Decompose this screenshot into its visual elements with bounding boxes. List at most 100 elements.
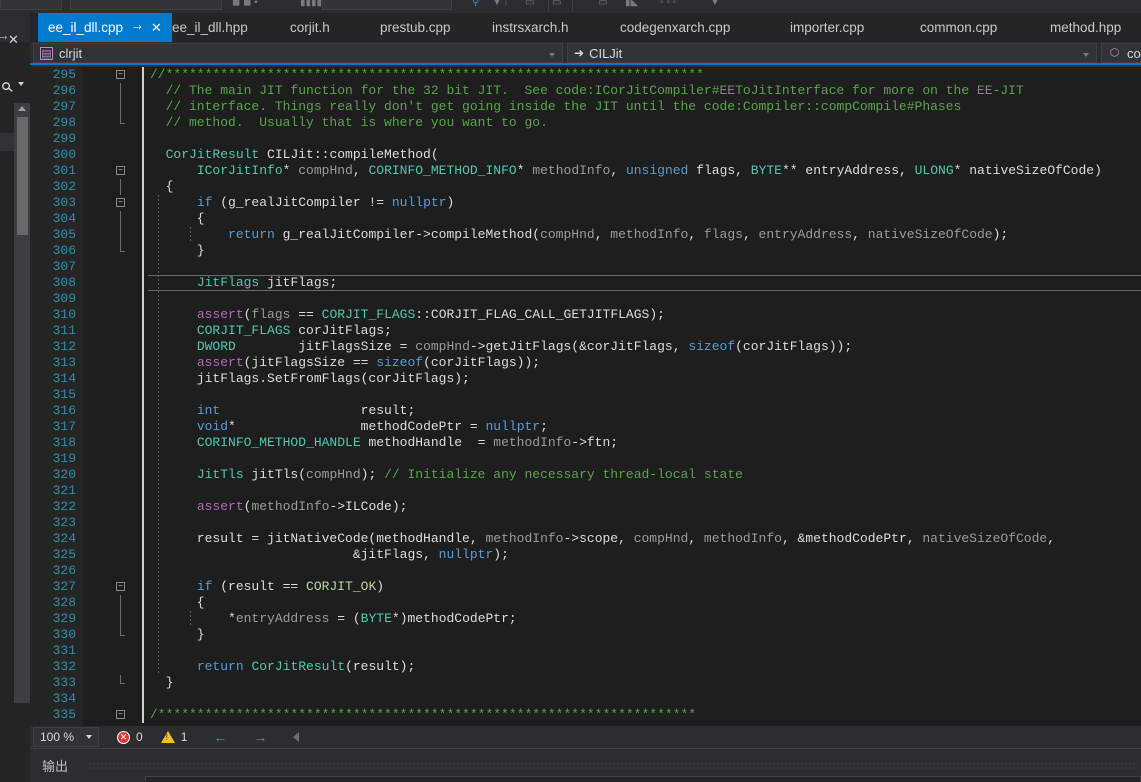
navigate-backward-button[interactable]: ← xyxy=(213,729,227,745)
toolbar-glyph-group-1[interactable]: ◼ ◼ ▪ xyxy=(232,0,258,9)
fold-collapse-icon[interactable]: − xyxy=(116,198,125,207)
code-editor[interactable]: 295 − //**********************************… xyxy=(30,67,1141,726)
close-icon[interactable]: ✕ xyxy=(8,33,19,46)
code-line[interactable]: 332 return CorJitResult(result); xyxy=(30,659,1141,675)
code-line[interactable]: 316 int result; xyxy=(30,403,1141,419)
code-line[interactable]: 305 return g_realJitCompiler->compileMet… xyxy=(30,227,1141,243)
code-line[interactable]: 321 xyxy=(30,483,1141,499)
code-line[interactable]: 329 *entryAddress = (BYTE*)methodCodePtr… xyxy=(30,611,1141,627)
editor-tab-ee-il-dll-cpp[interactable]: ee_il_dll.cpp ⤑ ✕ xyxy=(38,13,172,42)
code-line[interactable]: 313 assert(jitFlagsSize == sizeof(corJit… xyxy=(30,355,1141,371)
filter-icon[interactable]: ▼ ⁞ xyxy=(492,0,507,9)
dash-icon[interactable]: ▭ xyxy=(552,0,561,9)
code-line[interactable]: 322 assert(methodInfo->ILCode); xyxy=(30,499,1141,515)
code-line[interactable]: 325 &jitFlags, nullptr); xyxy=(30,547,1141,563)
vertical-scrollbar[interactable] xyxy=(14,103,30,703)
search-icon-button[interactable]: ⚲ xyxy=(0,78,28,98)
code-token: ) xyxy=(446,195,455,210)
code-line[interactable]: 333 } xyxy=(30,675,1141,691)
code-line[interactable]: 299 xyxy=(30,131,1141,147)
code-line[interactable]: 302 { xyxy=(30,179,1141,195)
code-line[interactable]: 306 } xyxy=(30,243,1141,259)
code-token: // interface. Things really don't get go… xyxy=(150,99,962,114)
code-line[interactable]: 298 // method. Usually that is where you… xyxy=(30,115,1141,131)
toolbar-box-3[interactable] xyxy=(322,0,452,10)
code-line[interactable]: 318 CORINFO_METHOD_HANDLE methodHandle =… xyxy=(30,435,1141,451)
editor-tab-importer-cpp[interactable]: importer.cpp xyxy=(780,13,874,42)
code-text: //**************************************… xyxy=(150,67,704,83)
code-line[interactable]: 331 xyxy=(30,643,1141,659)
code-line[interactable]: 328 { xyxy=(30,595,1141,611)
code-line[interactable]: 304 { xyxy=(30,211,1141,227)
code-line[interactable]: 300 CorJitResult CILJit::compileMethod( xyxy=(30,147,1141,163)
fold-collapse-icon[interactable]: − xyxy=(116,710,125,719)
editor-tab-corjit-h[interactable]: corjit.h xyxy=(280,13,340,42)
code-line[interactable]: 314 jitFlags.SetFromFlags(corJitFlags); xyxy=(30,371,1141,387)
code-line[interactable]: 309 xyxy=(30,291,1141,307)
wrench-icon[interactable]: ⚲ xyxy=(472,0,479,9)
fold-collapse-icon[interactable]: − xyxy=(116,166,125,175)
code-line[interactable]: 303 − if (g_realJitCompiler != nullptr) xyxy=(30,195,1141,211)
nav-project-combo[interactable]: ▤ clrjit xyxy=(33,43,563,63)
fold-collapse-icon[interactable]: − xyxy=(116,70,125,79)
code-line[interactable]: 320 JitTls jitTls(compHnd); // Initializ… xyxy=(30,467,1141,483)
pin-icon[interactable]: ⤑ xyxy=(0,32,7,42)
editor-tab-prestub-cpp[interactable]: prestub.cpp xyxy=(370,13,461,42)
editor-tab-ee-il-dll-hpp[interactable]: ee_il_dll.hpp xyxy=(162,13,258,42)
toolbar-glyph-group-3[interactable]: ▭ xyxy=(598,0,607,9)
code-line[interactable]: 317 void* methodCodePtr = nullptr; xyxy=(30,419,1141,435)
change-indicator-bar xyxy=(142,435,144,451)
editor-tab-method-hpp[interactable]: method.hpp xyxy=(1040,13,1131,42)
editor-tab-codegenxarch-cpp[interactable]: codegenxarch.cpp xyxy=(610,13,740,42)
warning-count-item[interactable]: 1 xyxy=(160,730,187,744)
code-line[interactable]: 327 − if (result == CORJIT_OK) xyxy=(30,579,1141,595)
code-line[interactable]: 312 DWORD jitFlagsSize = compHnd->getJit… xyxy=(30,339,1141,355)
chevron-down-icon[interactable] xyxy=(1083,53,1089,57)
toolbar-box-1[interactable] xyxy=(0,0,62,10)
code-token: ; xyxy=(540,419,548,434)
collapse-arrow-icon[interactable] xyxy=(293,732,300,742)
code-line[interactable]: 297 // interface. Things really don't ge… xyxy=(30,99,1141,115)
nav-member-combo[interactable]: ⬡ compile xyxy=(1101,43,1141,63)
nav-type-combo[interactable]: ➜ CILJit xyxy=(567,43,1097,63)
chevron-down-icon[interactable] xyxy=(18,82,24,86)
navigate-forward-button[interactable]: → xyxy=(253,729,267,745)
chevron-down-icon[interactable] xyxy=(549,53,555,57)
code-token: == xyxy=(290,307,322,322)
tab-close-icon[interactable]: ✕ xyxy=(151,21,162,34)
code-line[interactable]: 319 xyxy=(30,451,1141,467)
code-line[interactable]: 295 − //**********************************… xyxy=(30,67,1141,83)
scroll-up-arrow-icon[interactable] xyxy=(18,106,26,111)
code-line[interactable]: 330 } xyxy=(30,627,1141,643)
scrollbar-thumb[interactable] xyxy=(17,117,28,235)
chevron-down-icon[interactable] xyxy=(86,735,92,739)
panel-drag-handle[interactable] xyxy=(88,762,1138,769)
editor-status-bar: 100 % ✕ 0 1 ← → xyxy=(30,726,1141,748)
editor-tab-instrsxarch-h[interactable]: instrsxarch.h xyxy=(482,13,579,42)
toolbar-glyph-group-6[interactable]: ▼ xyxy=(710,0,720,9)
toolbar-glyph-group-5[interactable]: ▫ ▫ ▫ xyxy=(660,0,676,9)
code-token: void xyxy=(196,419,229,434)
tab-pin-icon[interactable]: ⤑ xyxy=(133,22,142,33)
code-line[interactable]: 323 xyxy=(30,515,1141,531)
error-count-item[interactable]: ✕ 0 xyxy=(117,730,143,744)
code-line[interactable]: 307 xyxy=(30,259,1141,275)
zoom-level-combo[interactable]: 100 % xyxy=(33,727,99,747)
fold-collapse-icon[interactable]: − xyxy=(116,582,125,591)
code-line[interactable]: 326 xyxy=(30,563,1141,579)
window-icon[interactable]: ▭ xyxy=(525,0,534,9)
code-line[interactable]: 334 xyxy=(30,691,1141,707)
code-line[interactable]: 335 − /***********************************… xyxy=(30,707,1141,723)
code-line[interactable]: 296 // The main JIT function for the 32 … xyxy=(30,83,1141,99)
editor-tab-common-cpp[interactable]: common.cpp xyxy=(910,13,1007,42)
code-line[interactable]: 311 CORJIT_FLAGS corJitFlags; xyxy=(30,323,1141,339)
code-line[interactable]: 301− ICorJitInfo* compHnd, CORINFO_METHO… xyxy=(30,163,1141,179)
toolbar-glyph-group-4[interactable]: ▮◣ xyxy=(625,0,638,9)
code-line[interactable]: 324 result = jitNativeCode(methodHandle,… xyxy=(30,531,1141,547)
code-line[interactable]: 310 assert(flags == CORJIT_FLAGS::CORJIT… xyxy=(30,307,1141,323)
toolbar-box-2[interactable] xyxy=(70,0,222,10)
code-line[interactable]: 315 xyxy=(30,387,1141,403)
code-line[interactable]: 308 JitFlags jitFlags; xyxy=(30,275,1141,291)
code-token: * xyxy=(516,163,533,178)
